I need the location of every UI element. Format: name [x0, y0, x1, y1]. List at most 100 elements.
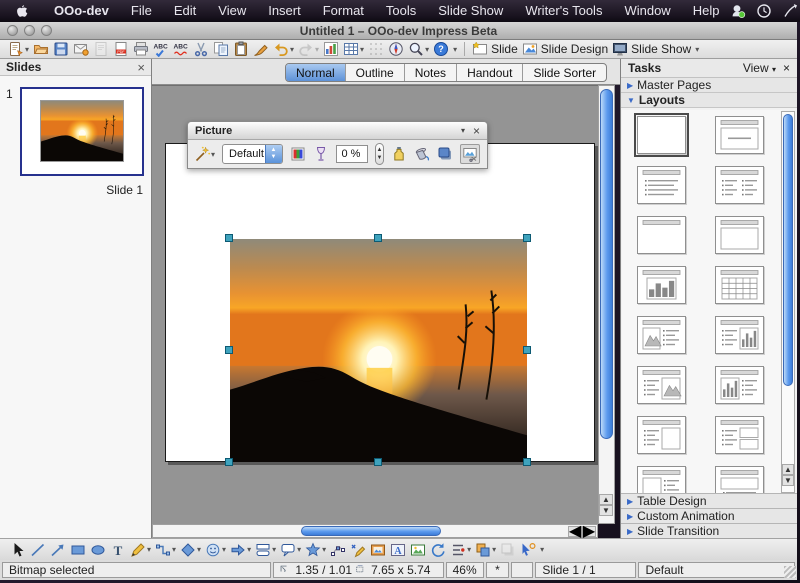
picture-palette[interactable]: Picture ▾ × ▾Default ▲▼0 %▲▼ [187, 121, 488, 169]
layout-blank[interactable] [637, 116, 686, 154]
rectangle-tool[interactable] [68, 541, 88, 558]
layout-title-two-bullets[interactable] [715, 166, 764, 204]
layout-title-table[interactable] [715, 266, 764, 304]
line-icon[interactable] [391, 146, 407, 162]
section-slide-transition[interactable]: ▶Slide Transition [621, 523, 797, 538]
scroll-left-icon[interactable]: ◀ [568, 526, 582, 537]
shadow-toggle[interactable] [498, 541, 518, 558]
copy-button[interactable] [211, 41, 231, 58]
save-button[interactable] [51, 41, 71, 58]
curve-tool[interactable]: ▾ [128, 541, 153, 558]
picture-palette-titlebar[interactable]: Picture ▾ × [188, 122, 487, 140]
scroll-up-icon[interactable]: ▲ [599, 494, 613, 505]
tab-notes[interactable]: Notes [405, 64, 457, 81]
slide-design-button[interactable]: Slide Design [520, 41, 610, 58]
edit-file-button[interactable] [91, 41, 111, 58]
section-master-pages[interactable]: ▶ Master Pages [621, 78, 797, 93]
zoom-button[interactable]: ▾ [406, 41, 431, 58]
color-icon[interactable] [290, 146, 306, 162]
layout-title-chart[interactable] [637, 266, 686, 304]
select-tool[interactable] [8, 541, 28, 558]
status-zoom[interactable]: 46% [446, 562, 484, 578]
sunset-image[interactable] [230, 239, 527, 462]
menu-window[interactable]: Window [613, 0, 681, 22]
area-icon[interactable] [414, 146, 430, 162]
crop-icon[interactable] [460, 144, 480, 164]
menu-help[interactable]: Help [682, 0, 731, 22]
palette-close-icon[interactable]: × [473, 124, 480, 138]
selection-handle-n[interactable] [374, 234, 382, 242]
selection-handle-w[interactable] [225, 346, 233, 354]
menu-writer-s-tools[interactable]: Writer's Tools [514, 0, 613, 22]
basic-shapes-tool[interactable]: ▾ [178, 541, 203, 558]
arrange-button[interactable]: ▾ [473, 541, 498, 558]
slide-button[interactable]: Slide [470, 41, 520, 58]
auto-spellcheck-button[interactable]: ABC [171, 41, 191, 58]
paste-button[interactable] [231, 41, 251, 58]
tab-slide-sorter[interactable]: Slide Sorter [523, 64, 606, 81]
vertical-scroll-thumb[interactable] [600, 89, 613, 439]
selection-handle-se[interactable] [523, 458, 531, 466]
cut-button[interactable] [191, 41, 211, 58]
connector-tool[interactable]: ▾ [153, 541, 178, 558]
vertical-scrollbar[interactable]: ▲ ▼ [598, 85, 615, 524]
email-button[interactable] [71, 41, 91, 58]
layout-title-text-box[interactable] [637, 416, 686, 454]
spellcheck-button[interactable]: ABC [151, 41, 171, 58]
section-table-design[interactable]: ▶Table Design [621, 493, 797, 508]
layout-title-box[interactable] [715, 216, 764, 254]
transparency-icon[interactable] [313, 146, 329, 162]
scroll-right-icon[interactable]: ▶ [582, 526, 596, 537]
slide-show-button[interactable]: Slide Show [610, 41, 693, 58]
from-file-button[interactable] [408, 541, 428, 558]
horizontal-scroll-thumb[interactable] [301, 526, 441, 536]
layout-title-chart-text[interactable] [715, 366, 764, 404]
glue-points-tool[interactable] [348, 541, 368, 558]
layouts-scrollbar[interactable]: ▲ ▼ [781, 111, 795, 493]
line-tool[interactable] [28, 541, 48, 558]
export-pdf-button[interactable]: PDF [111, 41, 131, 58]
open-button[interactable] [31, 41, 51, 58]
navigator-button[interactable] [386, 41, 406, 58]
apple-menu-icon[interactable] [14, 3, 29, 20]
layout-title-clipart-text[interactable] [637, 316, 686, 354]
tab-outline[interactable]: Outline [346, 64, 405, 81]
menu-ooo-dev[interactable]: OOo-dev [43, 0, 120, 22]
tasks-panel-close-icon[interactable]: × [783, 61, 790, 75]
print-button[interactable] [131, 41, 151, 58]
slide-thumbnail[interactable] [20, 87, 144, 176]
menu-format[interactable]: Format [312, 0, 375, 22]
layouts-scroll-up-icon[interactable]: ▲ [782, 464, 794, 475]
horizontal-scrollbar[interactable]: ◀ ▶ [152, 524, 598, 538]
callouts-tool[interactable]: ▾ [278, 541, 303, 558]
text-tool[interactable]: T [108, 541, 128, 558]
window-title-bar[interactable]: Untitled 1 – OOo-dev Impress Beta [0, 22, 797, 40]
flowchart-tool[interactable]: ▾ [253, 541, 278, 558]
selection-handle-s[interactable] [374, 458, 382, 466]
layout-title-bullets[interactable] [637, 166, 686, 204]
layout-title-content[interactable] [715, 116, 764, 154]
layout-title-text-clipart[interactable] [637, 366, 686, 404]
combo-stepper-icon[interactable]: ▲▼ [265, 145, 282, 163]
layouts-scroll-down-icon[interactable]: ▼ [782, 475, 794, 486]
layout-title-only[interactable] [637, 216, 686, 254]
block-arrows-tool[interactable]: ▾ [228, 541, 253, 558]
clone-formatting-button[interactable] [251, 41, 271, 58]
interaction-button[interactable] [518, 541, 538, 558]
redo-button[interactable]: ▾ [296, 41, 321, 58]
transparency-field[interactable]: 0 % [336, 145, 368, 163]
selection-handle-ne[interactable] [523, 234, 531, 242]
layout-title-box-text[interactable] [637, 466, 686, 494]
tasks-view-menu[interactable]: View ▾ [743, 61, 776, 75]
ellipse-tool[interactable] [88, 541, 108, 558]
gallery-button[interactable] [368, 541, 388, 558]
insert-chart-button[interactable] [321, 41, 341, 58]
menu-insert[interactable]: Insert [257, 0, 312, 22]
rotate-tool[interactable] [428, 541, 448, 558]
resize-grip[interactable] [784, 566, 796, 578]
selection-handle-nw[interactable] [225, 234, 233, 242]
tab-handout[interactable]: Handout [457, 64, 523, 81]
drawbar-overflow[interactable]: ▾ [538, 541, 546, 558]
time-machine-icon[interactable] [756, 3, 772, 19]
ichat-status-icon[interactable] [730, 3, 746, 19]
